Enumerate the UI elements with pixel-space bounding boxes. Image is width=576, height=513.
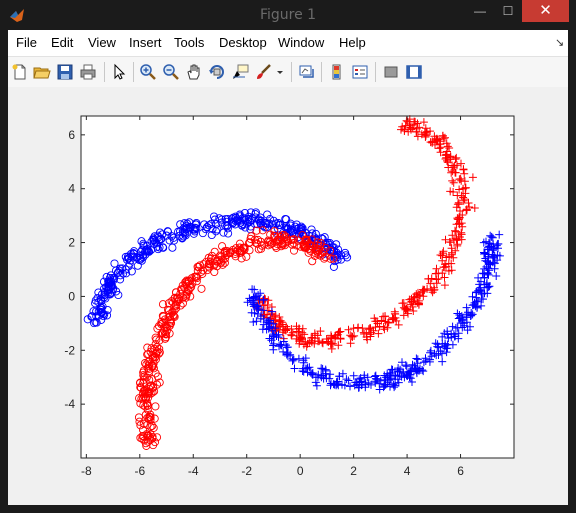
toolbar-separator bbox=[291, 62, 292, 82]
print-icon[interactable] bbox=[79, 63, 97, 81]
y-tick-label: 0 bbox=[68, 289, 75, 303]
dock-arrow-icon[interactable]: ↘ bbox=[555, 36, 564, 49]
rotate-3d-icon[interactable] bbox=[208, 63, 226, 81]
pointer-icon[interactable] bbox=[110, 63, 128, 81]
new-figure-icon[interactable] bbox=[11, 63, 29, 81]
show-plot-tools-icon[interactable] bbox=[405, 63, 423, 81]
data-cursor-icon[interactable] bbox=[231, 63, 249, 81]
legend-icon[interactable] bbox=[351, 63, 369, 81]
menu-insert[interactable]: Insert bbox=[129, 35, 162, 50]
x-tick-label: 2 bbox=[350, 464, 357, 478]
menu-window[interactable]: Window bbox=[278, 35, 324, 50]
menu-tools[interactable]: Tools bbox=[174, 35, 204, 50]
menu-file[interactable]: File bbox=[16, 35, 37, 50]
toolbar-separator bbox=[321, 62, 322, 82]
brush-icon[interactable] bbox=[254, 63, 272, 81]
menu-help[interactable]: Help bbox=[339, 35, 366, 50]
x-tick-label: -2 bbox=[241, 464, 252, 478]
zoom-in-icon[interactable] bbox=[139, 63, 157, 81]
y-tick-label: -2 bbox=[64, 343, 75, 357]
menu-bar: File Edit View Insert Tools Desktop Wind… bbox=[8, 30, 568, 56]
colorbar-icon[interactable] bbox=[328, 63, 346, 81]
x-tick-label: 6 bbox=[457, 464, 464, 478]
y-tick-label: -4 bbox=[64, 397, 75, 411]
menu-edit[interactable]: Edit bbox=[51, 35, 73, 50]
title-bar: Figure 1 — ☐ ✕ bbox=[0, 0, 576, 30]
save-icon[interactable] bbox=[56, 63, 74, 81]
menu-desktop[interactable]: Desktop bbox=[219, 35, 267, 50]
close-button[interactable]: ✕ bbox=[522, 0, 569, 22]
x-tick-label: -8 bbox=[81, 464, 92, 478]
brush-dropdown-icon[interactable] bbox=[276, 63, 284, 81]
y-tick-label: 4 bbox=[68, 182, 75, 196]
pan-icon[interactable] bbox=[185, 63, 203, 81]
figure-canvas: -8 -6 -4 -2 0 2 4 6 -4 -2 0 2 4 6 bbox=[8, 87, 568, 505]
figure-toolbar bbox=[8, 56, 568, 88]
zoom-out-icon[interactable] bbox=[162, 63, 180, 81]
scatter-plot[interactable]: -8 -6 -4 -2 0 2 4 6 -4 -2 0 2 4 6 bbox=[8, 87, 568, 505]
toolbar-separator bbox=[133, 62, 134, 82]
y-tick-label: 2 bbox=[68, 236, 75, 250]
maximize-button[interactable]: ☐ bbox=[494, 0, 522, 22]
x-tick-label: 4 bbox=[404, 464, 411, 478]
figure-window: File Edit View Insert Tools Desktop Wind… bbox=[8, 30, 568, 505]
x-tick-label: 0 bbox=[297, 464, 304, 478]
x-tick-label: -6 bbox=[134, 464, 145, 478]
x-tick-label: -4 bbox=[188, 464, 199, 478]
menu-view[interactable]: View bbox=[88, 35, 116, 50]
toolbar-separator bbox=[104, 62, 105, 82]
y-tick-label: 6 bbox=[68, 128, 75, 142]
link-plot-icon[interactable] bbox=[298, 63, 316, 81]
minimize-button[interactable]: — bbox=[466, 0, 494, 22]
open-file-icon[interactable] bbox=[33, 63, 51, 81]
hide-plot-tools-icon[interactable] bbox=[382, 63, 400, 81]
toolbar-separator bbox=[375, 62, 376, 82]
